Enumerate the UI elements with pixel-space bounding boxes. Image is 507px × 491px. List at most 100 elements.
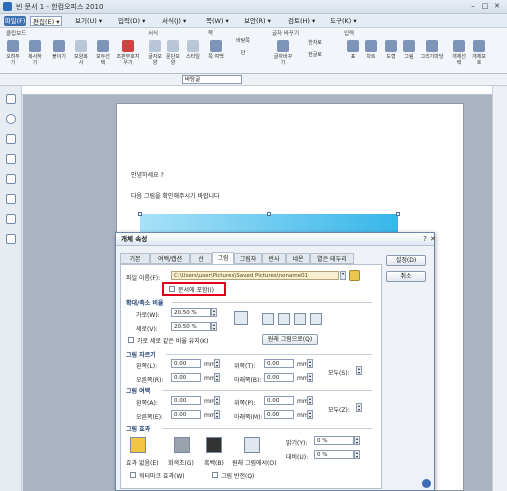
menu-view[interactable]: 보기(U) ▾ — [75, 16, 102, 26]
close-icon[interactable]: ✕ — [492, 2, 502, 11]
list-icon[interactable] — [6, 134, 16, 144]
embed-checkbox[interactable] — [169, 286, 175, 292]
height-spinner[interactable]: ▴ ▾ — [211, 322, 217, 331]
margin-top-spinner[interactable]: ▴ ▾ — [307, 396, 313, 405]
crop-all-spinner[interactable]: ▴ ▾ — [356, 366, 362, 375]
file-dropdown-icon[interactable]: ▾ — [340, 271, 346, 280]
maximize-icon[interactable]: □ — [480, 2, 490, 11]
pen-icon[interactable] — [6, 154, 16, 164]
shape-button[interactable]: 도형 — [382, 40, 400, 60]
vertical-scrollbar[interactable] — [492, 86, 507, 491]
to-hanja-button[interactable]: 한자로 — [302, 40, 328, 46]
crop-left-spinner[interactable]: ▴ ▾ — [214, 359, 220, 368]
cut-button[interactable]: 오려두기 — [4, 40, 22, 66]
dialog-help-icon[interactable]: ? — [420, 235, 430, 244]
menu-insert[interactable]: 입력(D) ▾ — [118, 16, 145, 26]
crop-bottom-input[interactable]: 0.00 — [264, 373, 294, 382]
tab-neon[interactable]: 네온 — [286, 253, 310, 264]
tab-soft-edge[interactable]: 옅은 테두리 — [310, 253, 354, 264]
tab-picture[interactable]: 그림 — [212, 252, 234, 264]
menu-review[interactable]: 검토(H) ▾ — [288, 16, 315, 26]
set-button[interactable]: 설정(D) — [386, 255, 426, 266]
brightness-input[interactable]: 0 % — [314, 436, 354, 445]
object-select-button[interactable]: 개체선택 — [450, 40, 468, 66]
menu-format[interactable]: 서식(J) ▾ — [162, 16, 186, 26]
margin-bottom-input[interactable]: 0.00 — [264, 410, 294, 419]
tab-shadow[interactable]: 그림자 — [234, 253, 262, 264]
style-button[interactable]: 스타일 — [184, 40, 202, 60]
file-path-field[interactable]: C:\Users\user\Pictures\Saved Pictures\no… — [171, 271, 339, 280]
zoom-reset-icon[interactable] — [310, 313, 322, 325]
width-spinner[interactable]: ▴ ▾ — [211, 308, 217, 317]
zoom-fit-icon[interactable] — [294, 313, 306, 325]
replace-char-button[interactable]: 글자바꾸기 — [272, 40, 294, 66]
style-select[interactable]: 바탕글 — [182, 75, 242, 84]
height-input[interactable]: 20.50 % — [171, 322, 211, 331]
margin-right-input[interactable]: 0.00 — [171, 410, 201, 419]
black-white-icon[interactable] — [206, 437, 222, 453]
char-shape-button[interactable]: 글자모양 — [146, 40, 164, 66]
margin-top-input[interactable]: 0.00 — [264, 396, 294, 405]
select-all-button[interactable]: 모두선택 — [94, 40, 112, 66]
brightness-spinner[interactable]: ▴ ▾ — [354, 436, 360, 445]
contrast-spinner[interactable]: ▴ ▾ — [354, 450, 360, 459]
menu-edit[interactable]: 편집(E) ▾ — [30, 16, 63, 26]
copy-button[interactable]: 복사하기 — [26, 40, 44, 66]
page-icon[interactable] — [6, 174, 16, 184]
tab-reflection[interactable]: 반사 — [262, 253, 286, 264]
hand-icon[interactable] — [234, 311, 248, 325]
minimize-icon[interactable]: – — [468, 2, 478, 11]
gallery-icon[interactable] — [6, 234, 16, 244]
clear-codes-button[interactable]: 조판부호지우기 — [116, 40, 140, 66]
margin-bottom-spinner[interactable]: ▴ ▾ — [307, 410, 313, 419]
contrast-input[interactable]: 0 % — [314, 450, 354, 459]
invert-checkbox[interactable] — [212, 472, 218, 478]
table-icon[interactable] — [6, 194, 16, 204]
resize-handle[interactable] — [396, 212, 400, 216]
crop-bottom-spinner[interactable]: ▴ ▾ — [307, 373, 313, 382]
tab-basic[interactable]: 기본 — [120, 253, 150, 264]
margin-left-spinner[interactable]: ▴ ▾ — [214, 396, 220, 405]
table-button[interactable]: 표 — [344, 40, 362, 60]
margin-left-input[interactable]: 0.00 — [171, 396, 201, 405]
paste-button[interactable]: 붙이기 — [50, 40, 68, 60]
drawing-gallery-button[interactable]: 그리기마당 — [418, 40, 446, 60]
para-shape-button[interactable]: 문단모양 — [164, 40, 182, 66]
tab-margin-caption[interactable]: 여백/캡션 — [150, 253, 190, 264]
image-icon[interactable] — [6, 214, 16, 224]
keep-ratio-checkbox[interactable] — [128, 337, 134, 343]
watermark-checkbox[interactable] — [130, 472, 136, 478]
margin-all-spinner[interactable]: ▴ ▾ — [356, 403, 362, 412]
chart-button[interactable]: 차트 — [362, 40, 380, 60]
crop-top-spinner[interactable]: ▴ ▾ — [307, 359, 313, 368]
picture-button[interactable]: 그림 — [400, 40, 418, 60]
crop-right-input[interactable]: 0.00 — [171, 373, 201, 382]
original-picture-icon[interactable] — [244, 437, 260, 453]
zoom-out-icon[interactable] — [278, 313, 290, 325]
info-icon[interactable] — [422, 479, 431, 488]
crop-right-spinner[interactable]: ▴ ▾ — [214, 373, 220, 382]
crop-left-input[interactable]: 0.00 — [171, 359, 201, 368]
doc-icon[interactable] — [6, 94, 16, 104]
menu-file[interactable]: 파일(F) — [4, 16, 26, 26]
cancel-button[interactable]: 취소 — [386, 271, 426, 282]
crop-top-input[interactable]: 0.00 — [264, 359, 294, 368]
folder-icon[interactable] — [349, 270, 360, 281]
original-size-button[interactable]: 원래 그림으로(Q) — [262, 334, 318, 345]
resize-handle[interactable] — [267, 212, 271, 216]
columns-button[interactable]: 단 — [228, 50, 258, 56]
resize-handle[interactable] — [138, 212, 142, 216]
margin-right-spinner[interactable]: ▴ ▾ — [214, 410, 220, 419]
master-page-button[interactable]: 바탕쪽 — [228, 38, 258, 44]
document-image[interactable] — [140, 214, 398, 234]
page-margin-button[interactable]: 쪽 여백 — [206, 40, 226, 60]
width-input[interactable]: 20.50 % — [171, 308, 211, 317]
dialog-close-icon[interactable]: ✕ — [430, 235, 436, 244]
help-icon[interactable] — [6, 114, 16, 124]
to-hangul-button[interactable]: 한글로 — [302, 52, 328, 58]
no-effect-icon[interactable] — [130, 437, 146, 453]
menu-tools[interactable]: 도구(K) ▾ — [330, 16, 357, 26]
grayscale-icon[interactable] — [174, 437, 190, 453]
menu-page[interactable]: 쪽(W) ▾ — [206, 16, 229, 26]
zoom-in-icon[interactable] — [262, 313, 274, 325]
